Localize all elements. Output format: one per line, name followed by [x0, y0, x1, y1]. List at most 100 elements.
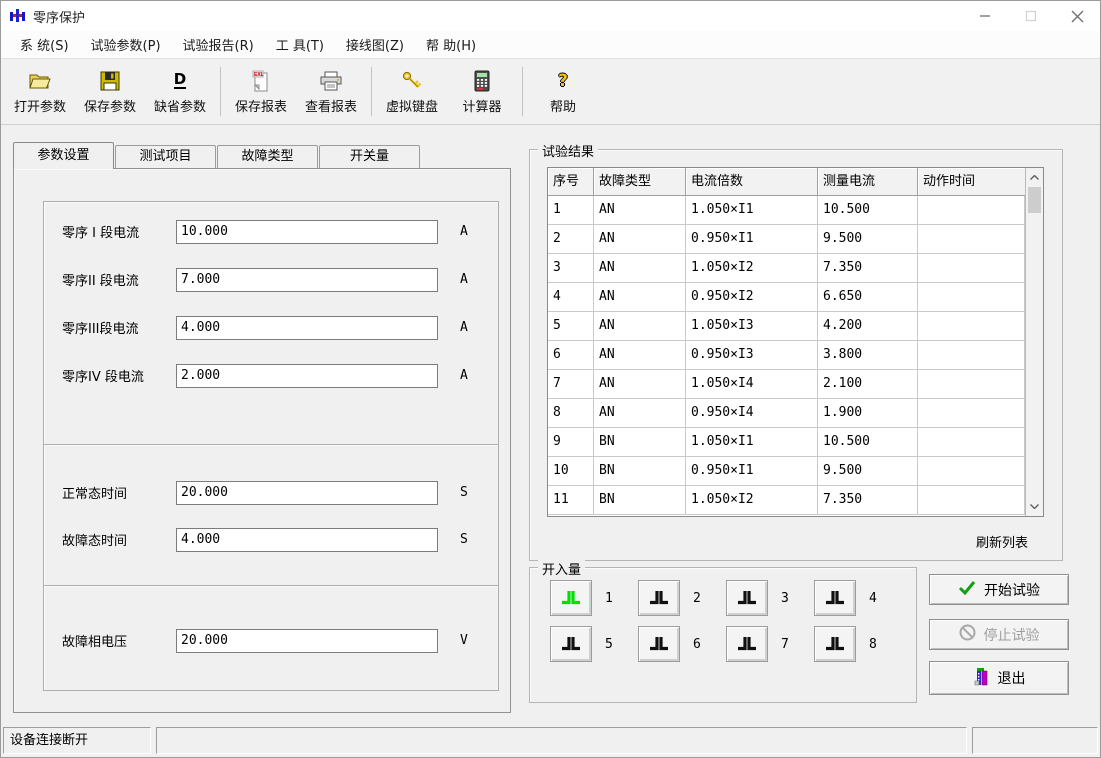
zero-seq-current-4-input[interactable]: [176, 364, 438, 388]
table-row[interactable]: 5 AN 1.050×I3 4.200: [548, 312, 1025, 341]
help-button[interactable]: ? 帮助: [528, 63, 598, 121]
cell-current-multiple: 1.050×I3: [686, 312, 818, 341]
switch-contact-icon[interactable]: [550, 626, 592, 662]
cell-index: 6: [548, 341, 594, 370]
zero-seq-current-3-input[interactable]: [176, 316, 438, 340]
digital-input-channel: 4: [814, 580, 902, 616]
cell-index: 2: [548, 225, 594, 254]
scroll-down-arrow[interactable]: [1026, 498, 1043, 515]
toolbar: 打开参数 保存参数 D 缺省参数: [1, 59, 1100, 125]
tab-strip: 参数设置测试项目故障类型开关量: [13, 141, 511, 168]
menu-item[interactable]: 接线图(Z): [335, 31, 415, 58]
table-row[interactable]: 10 BN 0.950×I1 9.500: [548, 457, 1025, 486]
cell-index: 9: [548, 428, 594, 457]
tab[interactable]: 参数设置: [13, 142, 114, 169]
menu-item[interactable]: 试验报告(R): [172, 31, 265, 58]
close-button[interactable]: [1054, 1, 1100, 31]
digital-input-channels: 1 2: [530, 568, 916, 662]
save-disk-icon: [100, 69, 120, 93]
field-unit: S: [460, 532, 468, 547]
minimize-button[interactable]: [962, 1, 1008, 31]
fault-state-time-input[interactable]: [176, 528, 438, 552]
table-row[interactable]: 11 BN 1.050×I2 7.350: [548, 486, 1025, 515]
cell-fault-type: BN: [594, 428, 686, 457]
menu-item[interactable]: 系 统(S): [9, 31, 80, 58]
tab[interactable]: 故障类型: [217, 145, 318, 168]
cell-measured-current: 6.650: [818, 283, 918, 312]
scroll-up-arrow[interactable]: [1026, 169, 1043, 186]
cell-current-multiple: 0.950×I2: [686, 283, 818, 312]
group-title: 开入量: [538, 559, 585, 578]
table-row[interactable]: 1 AN 1.050×I1 10.500: [548, 196, 1025, 225]
print-report-icon: [320, 69, 342, 93]
open-params-button[interactable]: 打开参数: [5, 63, 75, 121]
virtual-keyboard-button[interactable]: 虚拟键盘: [377, 63, 447, 121]
stop-test-button[interactable]: 停止试验: [929, 619, 1069, 650]
save-params-button[interactable]: 保存参数: [75, 63, 145, 121]
table-row[interactable]: 9 BN 1.050×I1 10.500: [548, 428, 1025, 457]
scrollbar-thumb[interactable]: [1028, 187, 1041, 213]
field-unit: A: [460, 272, 468, 287]
tab[interactable]: 测试项目: [115, 145, 216, 168]
main-area: 参数设置测试项目故障类型开关量 零序 I 段电流 A 零序II 段电流 A 零序…: [1, 125, 1101, 717]
normal-state-time-input[interactable]: [176, 481, 438, 505]
default-params-button[interactable]: D 缺省参数: [145, 63, 215, 121]
column-header[interactable]: 测量电流: [818, 168, 918, 196]
help-icon: ?: [558, 69, 568, 93]
start-test-button[interactable]: 开始试验: [929, 574, 1069, 605]
cell-action-time: [918, 341, 1025, 370]
field-label: 故障相电压: [62, 631, 176, 650]
fault-phase-voltage-input[interactable]: [176, 629, 438, 653]
table-row[interactable]: 8 AN 0.950×I4 1.900: [548, 399, 1025, 428]
test-results-group: 试验结果 序号 故障类型 电流倍数 测量电流 动作时间 1 AN 1.050×I…: [529, 149, 1063, 561]
menu-item[interactable]: 试验参数(P): [80, 31, 172, 58]
channel-number: 8: [869, 637, 877, 652]
digital-input-channel: 7: [726, 626, 814, 662]
exit-door-icon: [973, 667, 990, 690]
zero-seq-current-1-input[interactable]: [176, 220, 438, 244]
tab[interactable]: 开关量: [319, 145, 420, 168]
cell-index: 5: [548, 312, 594, 341]
toolbar-separator: [371, 67, 372, 116]
column-header[interactable]: 故障类型: [594, 168, 686, 196]
refresh-list-link[interactable]: 刷新列表: [976, 532, 1028, 551]
table-row[interactable]: 2 AN 0.950×I1 9.500: [548, 225, 1025, 254]
save-report-icon: EXL: [251, 69, 271, 93]
zero-seq-current-2-input[interactable]: [176, 268, 438, 292]
cell-current-multiple: 1.050×I4: [686, 370, 818, 399]
menu-item[interactable]: 工 具(T): [265, 31, 335, 58]
column-header[interactable]: 序号: [548, 168, 594, 196]
cell-measured-current: 9.500: [818, 225, 918, 254]
cell-fault-type: AN: [594, 399, 686, 428]
maximize-button[interactable]: [1008, 1, 1054, 31]
start-test-label: 开始试验: [984, 580, 1040, 600]
vertical-scrollbar[interactable]: [1025, 168, 1043, 516]
cell-action-time: [918, 254, 1025, 283]
switch-contact-icon[interactable]: [726, 580, 768, 616]
view-report-button[interactable]: 查看报表: [296, 63, 366, 121]
menu-item[interactable]: 帮 助(H): [415, 31, 487, 58]
table-row[interactable]: 7 AN 1.050×I4 2.100: [548, 370, 1025, 399]
exit-button[interactable]: 退出: [929, 661, 1069, 695]
field-unit: S: [460, 485, 468, 500]
cell-measured-current: 7.350: [818, 254, 918, 283]
cell-fault-type: AN: [594, 283, 686, 312]
switch-contact-icon[interactable]: [814, 626, 856, 662]
calculator-button[interactable]: 计算器: [447, 63, 517, 121]
table-row[interactable]: 6 AN 0.950×I3 3.800: [548, 341, 1025, 370]
channel-number: 3: [781, 591, 789, 606]
switch-contact-icon[interactable]: [726, 626, 768, 662]
cell-current-multiple: 1.050×I1: [686, 428, 818, 457]
table-row[interactable]: 3 AN 1.050×I2 7.350: [548, 254, 1025, 283]
toolbar-label: 虚拟键盘: [386, 96, 438, 115]
column-header[interactable]: 电流倍数: [686, 168, 818, 196]
switch-contact-icon[interactable]: [814, 580, 856, 616]
switch-contact-icon[interactable]: [638, 626, 680, 662]
status-message: [156, 727, 967, 754]
save-report-button[interactable]: EXL 保存报表: [226, 63, 296, 121]
table-row[interactable]: 4 AN 0.950×I2 6.650: [548, 283, 1025, 312]
switch-contact-icon[interactable]: [638, 580, 680, 616]
field-unit: V: [460, 633, 468, 648]
cell-index: 1: [548, 196, 594, 225]
switch-contact-icon[interactable]: [550, 580, 592, 616]
